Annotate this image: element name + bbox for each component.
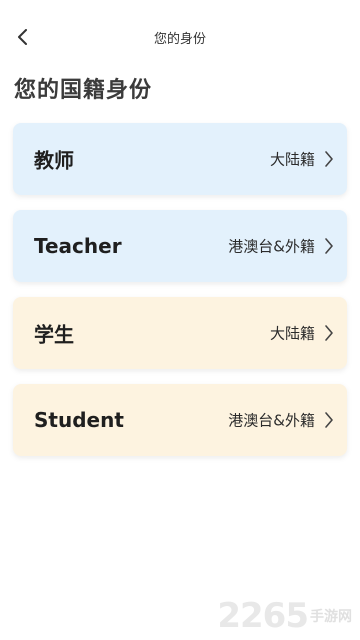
role-label: 教师 (34, 148, 74, 173)
nav-title: 您的身份 (153, 32, 206, 47)
chevron-right-icon (323, 323, 335, 343)
region-label: 港澳台&外籍 (228, 411, 315, 430)
chevron-right-icon (323, 236, 335, 256)
option-card-teacher-foreign[interactable]: Teacher 港澳台&外籍 (13, 210, 347, 282)
nav-bar: 您的身份 (0, 0, 360, 72)
chevron-right-icon (323, 410, 335, 430)
region-label: 大陆籍 (269, 150, 315, 169)
role-label: Teacher (34, 234, 122, 258)
option-card-student-mainland[interactable]: 学生 大陆籍 (13, 297, 347, 369)
region-label: 港澳台&外籍 (228, 237, 315, 256)
role-label: 学生 (34, 322, 74, 347)
region-label: 大陆籍 (269, 324, 315, 343)
watermark-text: 手游网 (310, 609, 352, 625)
page-title: 您的国籍身份 (14, 78, 153, 103)
role-label: Student (34, 408, 124, 432)
watermark: 2265 手游网 (217, 596, 352, 636)
option-card-teacher-mainland[interactable]: 教师 大陆籍 (13, 123, 347, 195)
option-card-student-foreign[interactable]: Student 港澳台&外籍 (13, 384, 347, 456)
chevron-right-icon (323, 149, 335, 169)
watermark-logo: 2265 (217, 596, 309, 636)
